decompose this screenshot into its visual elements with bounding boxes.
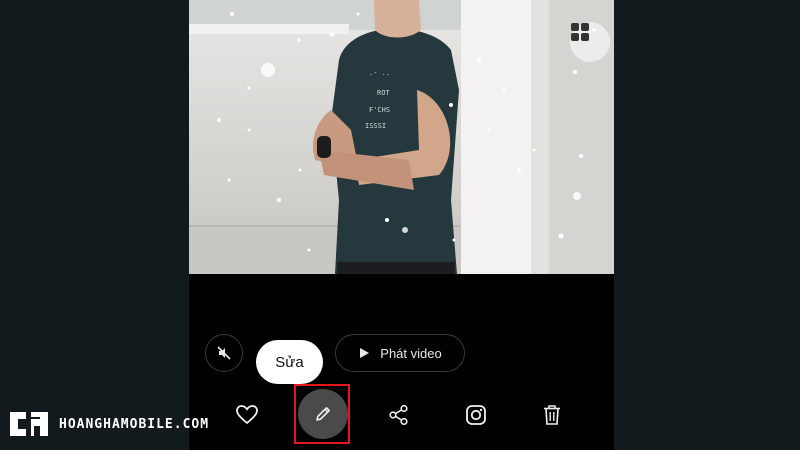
photo-preview[interactable]: .- .. ROT F'CHS ISSSI xyxy=(189,0,614,274)
svg-text:F'CHS: F'CHS xyxy=(369,106,390,114)
instagram-icon xyxy=(466,405,486,425)
mute-button[interactable] xyxy=(205,334,243,372)
play-video-button[interactable]: Phát video xyxy=(335,334,465,372)
svg-text:.- ..: .- .. xyxy=(369,69,390,77)
phone-screen: .- .. ROT F'CHS ISSSI Sửa Phát video xyxy=(189,0,614,450)
share-button[interactable] xyxy=(382,398,416,432)
hoangha-logo-icon xyxy=(10,412,48,436)
favorite-button[interactable] xyxy=(230,398,264,432)
edit-button-highlight-box xyxy=(294,384,350,444)
gallery-grid-icon xyxy=(571,23,589,41)
heart-icon xyxy=(236,405,258,425)
edit-tooltip-label: Sửa xyxy=(275,353,304,371)
share-icon xyxy=(389,404,408,426)
instagram-share-button[interactable] xyxy=(459,398,493,432)
trash-icon xyxy=(544,405,560,425)
brand-watermark: HOANGHAMOBILE.COM xyxy=(7,409,209,439)
photo-illustration: .- .. ROT F'CHS ISSSI xyxy=(189,0,614,274)
edit-tooltip: Sửa xyxy=(256,340,323,384)
svg-text:ROT: ROT xyxy=(377,89,390,97)
svg-text:ISSSI: ISSSI xyxy=(365,122,386,130)
brand-name: HOANGHAMOBILE.COM xyxy=(59,416,210,432)
gallery-grid-button[interactable] xyxy=(570,22,610,62)
play-video-label: Phát video xyxy=(380,345,442,361)
speaker-muted-icon xyxy=(217,346,231,360)
delete-button[interactable] xyxy=(535,398,569,432)
play-icon xyxy=(360,348,370,358)
